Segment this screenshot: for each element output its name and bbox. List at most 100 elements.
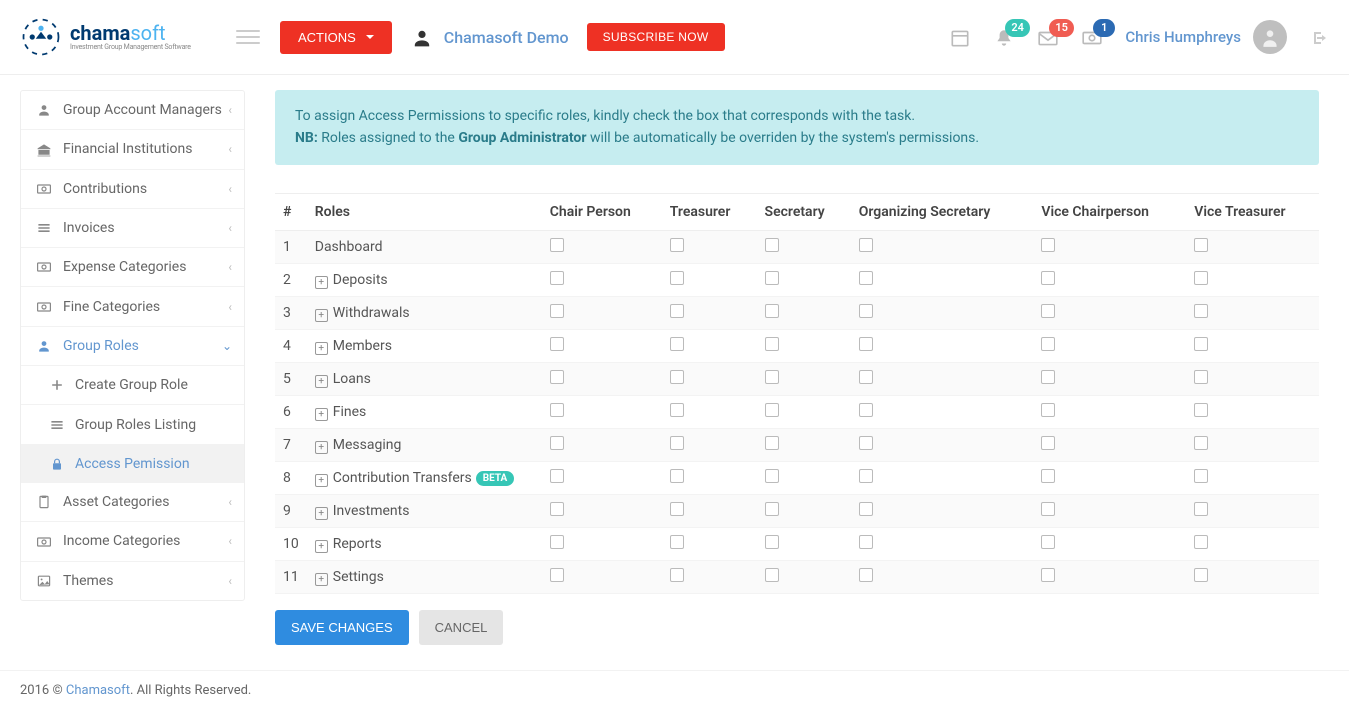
expand-icon[interactable]: + <box>315 573 328 586</box>
permission-checkbox[interactable] <box>765 370 779 384</box>
permission-checkbox[interactable] <box>670 568 684 582</box>
permission-checkbox[interactable] <box>1194 436 1208 450</box>
permission-checkbox[interactable] <box>670 238 684 252</box>
expand-icon[interactable]: + <box>315 309 328 322</box>
calendar-icon[interactable] <box>949 25 971 50</box>
sidebar-item[interactable]: Fine Categories ‹ <box>21 287 244 326</box>
permission-checkbox[interactable] <box>1041 568 1055 582</box>
permission-checkbox[interactable] <box>550 436 564 450</box>
permission-checkbox[interactable] <box>765 469 779 483</box>
actions-dropdown-button[interactable]: ACTIONS <box>280 21 392 54</box>
permission-checkbox[interactable] <box>670 436 684 450</box>
permission-checkbox[interactable] <box>1041 271 1055 285</box>
permission-checkbox[interactable] <box>550 469 564 483</box>
permission-checkbox[interactable] <box>550 403 564 417</box>
permission-checkbox[interactable] <box>859 403 873 417</box>
expand-icon[interactable]: + <box>315 507 328 520</box>
current-group[interactable]: Chamasoft Demo <box>410 24 569 49</box>
permission-checkbox[interactable] <box>1041 238 1055 252</box>
permission-checkbox[interactable] <box>1194 535 1208 549</box>
permission-checkbox[interactable] <box>765 535 779 549</box>
messages-icon[interactable]: 15 <box>1037 25 1059 50</box>
sidebar-item[interactable]: Group Roles ⌄ <box>21 327 244 366</box>
permission-checkbox[interactable] <box>765 502 779 516</box>
permission-checkbox[interactable] <box>1194 469 1208 483</box>
expand-icon[interactable]: + <box>315 441 328 454</box>
permission-checkbox[interactable] <box>1194 238 1208 252</box>
notifications-icon[interactable]: 24 <box>993 25 1015 50</box>
expand-icon[interactable]: + <box>315 540 328 553</box>
permission-checkbox[interactable] <box>550 502 564 516</box>
permission-checkbox[interactable] <box>1194 337 1208 351</box>
permission-checkbox[interactable] <box>765 304 779 318</box>
sidebar-item[interactable]: Expense Categories ‹ <box>21 248 244 287</box>
sidebar-item[interactable]: Group Account Managers ‹ <box>21 91 244 130</box>
permission-checkbox[interactable] <box>1041 502 1055 516</box>
sidebar-item[interactable]: Asset Categories ‹ <box>21 483 244 522</box>
sidebar-sub-item[interactable]: Access Pemission <box>21 445 244 483</box>
expand-icon[interactable]: + <box>315 408 328 421</box>
permission-checkbox[interactable] <box>670 271 684 285</box>
permission-checkbox[interactable] <box>1194 568 1208 582</box>
permission-checkbox[interactable] <box>859 304 873 318</box>
logout-icon[interactable] <box>1309 26 1329 47</box>
permission-checkbox[interactable] <box>550 304 564 318</box>
permission-checkbox[interactable] <box>670 370 684 384</box>
permission-checkbox[interactable] <box>765 337 779 351</box>
permission-checkbox[interactable] <box>765 568 779 582</box>
permission-checkbox[interactable] <box>1041 469 1055 483</box>
permission-checkbox[interactable] <box>670 535 684 549</box>
sidebar-sub-item[interactable]: Group Roles Listing <box>21 405 244 444</box>
permission-checkbox[interactable] <box>859 436 873 450</box>
sidebar-sub-item[interactable]: Create Group Role <box>21 366 244 405</box>
permission-checkbox[interactable] <box>670 304 684 318</box>
permission-checkbox[interactable] <box>1041 304 1055 318</box>
expand-icon[interactable]: + <box>315 276 328 289</box>
permission-checkbox[interactable] <box>1041 337 1055 351</box>
permission-checkbox[interactable] <box>1194 502 1208 516</box>
permission-checkbox[interactable] <box>765 238 779 252</box>
permission-checkbox[interactable] <box>859 469 873 483</box>
permission-checkbox[interactable] <box>859 568 873 582</box>
cancel-button[interactable]: CANCEL <box>419 610 504 645</box>
permission-checkbox[interactable] <box>859 370 873 384</box>
permission-checkbox[interactable] <box>1041 370 1055 384</box>
permission-checkbox[interactable] <box>550 337 564 351</box>
expand-icon[interactable]: + <box>315 474 328 487</box>
permission-checkbox[interactable] <box>670 469 684 483</box>
permission-checkbox[interactable] <box>859 502 873 516</box>
permission-checkbox[interactable] <box>670 403 684 417</box>
permission-checkbox[interactable] <box>1041 403 1055 417</box>
permission-checkbox[interactable] <box>1194 370 1208 384</box>
permission-checkbox[interactable] <box>859 535 873 549</box>
sidebar-item[interactable]: Contributions ‹ <box>21 170 244 209</box>
logo[interactable]: chamasoft Investment Group Management So… <box>20 16 191 58</box>
permission-checkbox[interactable] <box>859 238 873 252</box>
permission-checkbox[interactable] <box>550 238 564 252</box>
permission-checkbox[interactable] <box>1194 271 1208 285</box>
permission-checkbox[interactable] <box>859 337 873 351</box>
permission-checkbox[interactable] <box>1194 304 1208 318</box>
permission-checkbox[interactable] <box>670 337 684 351</box>
permission-checkbox[interactable] <box>550 271 564 285</box>
footer-brand-link[interactable]: Chamasoft <box>66 683 130 698</box>
permission-checkbox[interactable] <box>765 403 779 417</box>
sidebar-item[interactable]: Invoices ‹ <box>21 209 244 248</box>
money-icon[interactable]: 1 <box>1081 25 1103 50</box>
permission-checkbox[interactable] <box>550 568 564 582</box>
sidebar-item[interactable]: Themes ‹ <box>21 562 244 600</box>
permission-checkbox[interactable] <box>765 271 779 285</box>
menu-toggle-icon[interactable] <box>236 30 260 44</box>
expand-icon[interactable]: + <box>315 375 328 388</box>
user-menu[interactable]: Chris Humphreys <box>1125 20 1287 54</box>
expand-icon[interactable]: + <box>315 342 328 355</box>
permission-checkbox[interactable] <box>1041 436 1055 450</box>
sidebar-item[interactable]: Financial Institutions ‹ <box>21 130 244 169</box>
subscribe-button[interactable]: SUBSCRIBE NOW <box>587 23 725 51</box>
permission-checkbox[interactable] <box>1194 403 1208 417</box>
sidebar-item[interactable]: Income Categories ‹ <box>21 522 244 561</box>
permission-checkbox[interactable] <box>670 502 684 516</box>
permission-checkbox[interactable] <box>1041 535 1055 549</box>
permission-checkbox[interactable] <box>550 535 564 549</box>
save-button[interactable]: SAVE CHANGES <box>275 610 409 645</box>
